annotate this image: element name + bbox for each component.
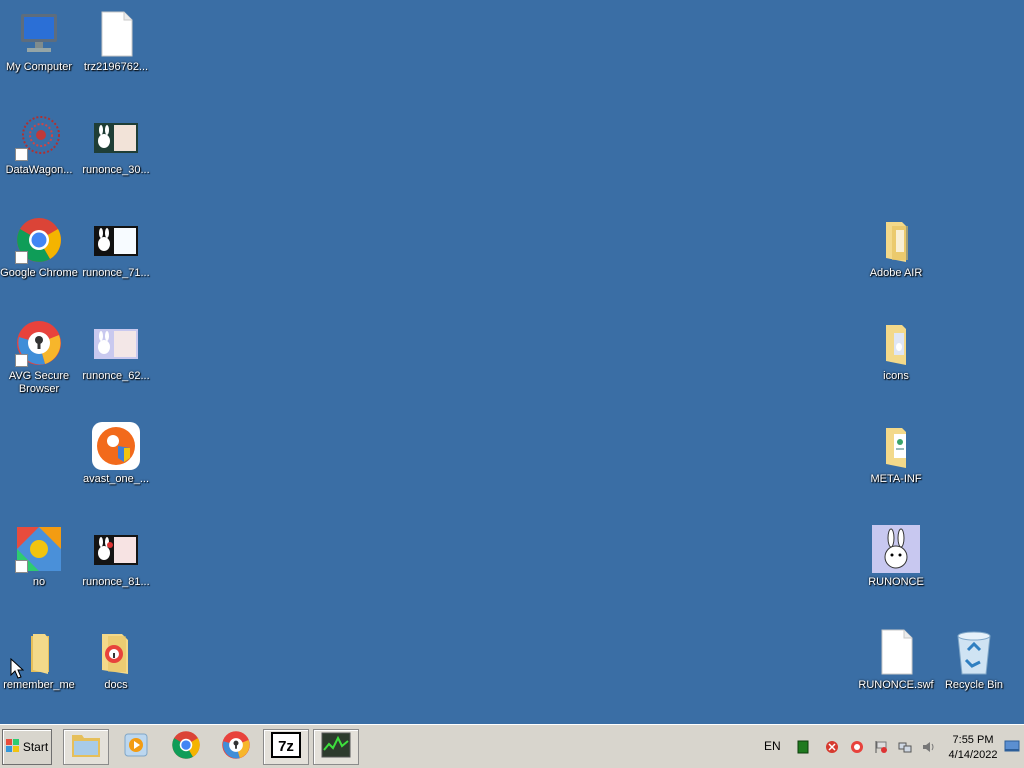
shortcut-arrow-icon [15, 251, 28, 264]
7zip-icon: 7z [271, 731, 301, 763]
recycle-bin[interactable]: Recycle Bin [935, 618, 1013, 708]
icon-label: AVG Secure Browser [8, 370, 70, 395]
shortcut-arrow-icon [15, 148, 28, 161]
file-explorer-icon [70, 731, 102, 764]
avast-one-installer[interactable]: avast_one_... [77, 412, 155, 502]
avast-tray-icon[interactable] [825, 740, 839, 754]
icon-label: RUNONCE.swf [858, 679, 934, 691]
start-label: Start [22, 740, 49, 754]
shortcut-arrow-icon [15, 560, 28, 573]
runonce-62-file[interactable]: runonce_62... [77, 309, 155, 399]
no-shortcut[interactable]: no [0, 515, 78, 605]
avg-browser-icon [15, 319, 63, 367]
taskbar-media-player-button[interactable] [113, 729, 159, 765]
runonce-app[interactable]: RUNONCE [857, 515, 935, 605]
taskbar-task-manager-button[interactable] [313, 729, 359, 765]
volume-icon[interactable] [922, 740, 936, 754]
folder-icon [872, 319, 920, 367]
icon-label: docs [104, 679, 128, 691]
clock-date: 4/14/2022 [948, 749, 998, 761]
computer-icon [15, 10, 63, 58]
recycle-bin-icon [950, 628, 998, 676]
icon-label: My Computer [5, 61, 73, 73]
bunny-image-icon [92, 113, 140, 161]
chrome-icon [171, 730, 201, 765]
taskbar-explorer-button[interactable] [63, 729, 109, 765]
avg-secure-browser-shortcut[interactable]: AVG Secure Browser [0, 309, 78, 399]
adobe-air-folder[interactable]: Adobe AIR [857, 206, 935, 296]
shortcut-arrow-icon [15, 354, 28, 367]
avg-browser-tray-icon[interactable] [850, 740, 864, 754]
chrome-icon [15, 216, 63, 264]
docs-folder[interactable]: docs [77, 618, 155, 708]
icon-label: icons [883, 370, 909, 382]
icons-folder[interactable]: icons [857, 309, 935, 399]
icon-label: trz2196762... [83, 61, 149, 73]
media-player-icon [122, 731, 150, 764]
avg-browser-icon [221, 730, 251, 765]
action-center-flag-icon[interactable] [874, 740, 888, 754]
svg-text:7z: 7z [278, 738, 294, 755]
runonce-swf-file[interactable]: RUNONCE.swf [857, 618, 935, 708]
bunny-image-icon [92, 319, 140, 367]
icon-label: runonce_30... [82, 164, 150, 176]
icon-label: no [32, 576, 46, 588]
runonce-30-file[interactable]: runonce_30... [77, 103, 155, 193]
bunny-image-icon [92, 525, 140, 573]
blank-file-icon [92, 10, 140, 58]
icon-label: Google Chrome [0, 267, 78, 279]
taskbar: Start 7z EN 7:55 PM 4/14/2022 [0, 724, 1024, 768]
icon-label: runonce_71... [82, 267, 150, 279]
icon-label: RUNONCE [868, 576, 924, 588]
system-clock[interactable]: 7:55 PM 4/14/2022 [942, 733, 1004, 763]
icon-label: META-INF [870, 473, 922, 485]
network-icon[interactable] [898, 740, 912, 754]
blank-file-icon [872, 628, 920, 676]
bunny-app-icon [872, 525, 920, 573]
task-manager-icon [321, 732, 351, 763]
windows-logo-icon [5, 738, 20, 756]
icon-label: avast_one_... [82, 473, 150, 485]
folder-icon [92, 628, 140, 676]
start-button[interactable]: Start [2, 729, 52, 765]
datawagon-icon [15, 113, 63, 161]
mouse-cursor-icon [10, 657, 25, 685]
trz-file[interactable]: trz2196762... [77, 0, 155, 90]
bunny-image-icon [92, 216, 140, 264]
datawagon-shortcut[interactable]: DataWagon... [0, 103, 78, 193]
meta-inf-folder[interactable]: META-INF [857, 412, 935, 502]
folder-icon [872, 422, 920, 470]
google-chrome-shortcut[interactable]: Google Chrome [0, 206, 78, 296]
folder-icon [872, 216, 920, 264]
icon-label: runonce_81... [82, 576, 150, 588]
show-desktop-icon[interactable] [1004, 739, 1020, 753]
icon-label: DataWagon... [5, 164, 73, 176]
taskbar-chrome-button[interactable] [163, 729, 209, 765]
desktop: My Computer DataWagon... Google Chrome A… [0, 0, 1024, 724]
icon-label: Adobe AIR [869, 267, 923, 279]
language-indicator[interactable]: EN [764, 739, 781, 753]
taskbar-7zip-button[interactable]: 7z [263, 729, 309, 765]
icon-label: Recycle Bin [944, 679, 1004, 691]
my-computer-icon-item[interactable]: My Computer [0, 0, 78, 90]
green-status-tray-icon[interactable] [796, 740, 810, 754]
clock-time: 7:55 PM [952, 734, 994, 746]
avg-antivirus-icon [15, 525, 63, 573]
taskbar-avg-browser-button[interactable] [213, 729, 259, 765]
avast-icon [92, 422, 140, 470]
runonce-81-file[interactable]: runonce_81... [77, 515, 155, 605]
runonce-71-file[interactable]: runonce_71... [77, 206, 155, 296]
icon-label: runonce_62... [82, 370, 150, 382]
